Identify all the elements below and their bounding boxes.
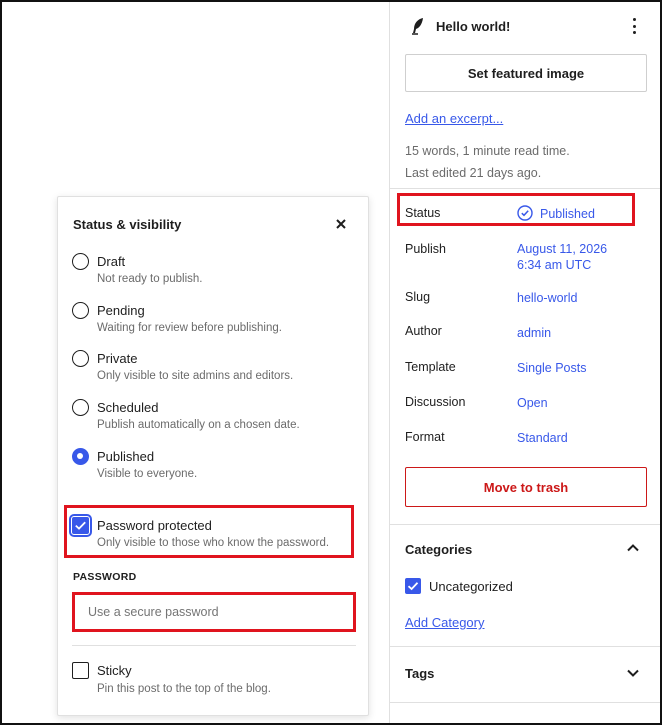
checkmark-icon (407, 582, 419, 591)
status-option-draft[interactable]: Draft Not ready to publish. (72, 251, 362, 291)
divider (390, 188, 661, 189)
move-to-trash-button[interactable]: Move to trash (405, 467, 647, 507)
categories-title[interactable]: Categories (405, 542, 472, 557)
discussion-value[interactable]: Open (517, 395, 548, 411)
slug-value[interactable]: hello-world (517, 290, 577, 306)
status-value[interactable]: Published (540, 206, 595, 222)
status-option-private[interactable]: Private Only visible to site admins and … (72, 348, 362, 388)
publish-label: Publish (405, 242, 446, 256)
author-label: Author (405, 324, 442, 338)
set-featured-image-button[interactable]: Set featured image (405, 54, 647, 92)
status-option-published[interactable]: Published Visible to everyone. (72, 446, 362, 486)
publish-time-value[interactable]: 6:34 am UTC (517, 257, 591, 273)
category-checkbox[interactable] (405, 578, 421, 594)
author-value[interactable]: admin (517, 325, 551, 341)
divider (72, 645, 356, 646)
divider (390, 646, 661, 647)
divider (390, 524, 661, 525)
option-description: Only visible to site admins and editors. (97, 370, 294, 382)
post-settings-sidebar: Hello world! Set featured image Add an e… (389, 2, 661, 723)
password-input[interactable] (78, 598, 350, 626)
option-label: Published (97, 449, 155, 464)
status-label: Status (405, 206, 441, 220)
close-icon[interactable] (334, 217, 348, 231)
option-label: Draft (97, 254, 126, 269)
feather-icon (412, 18, 423, 35)
option-description: Visible to everyone. (97, 468, 198, 480)
format-label: Format (405, 430, 445, 444)
add-category-link[interactable]: Add Category (405, 615, 485, 630)
option-label: Pending (97, 303, 145, 318)
publish-date-value[interactable]: August 11, 2026 (517, 241, 607, 257)
chevron-down-icon[interactable] (626, 666, 640, 680)
status-option-pending[interactable]: Pending Waiting for review before publis… (72, 300, 362, 340)
more-options-icon[interactable] (626, 16, 642, 36)
slug-label: Slug (405, 290, 431, 304)
post-title: Hello world! (436, 19, 511, 34)
sticky-description: Pin this post to the top of the blog. (97, 683, 271, 695)
tags-title[interactable]: Tags (405, 666, 434, 681)
last-edited-text: Last edited 21 days ago. (405, 166, 542, 180)
password-heading: PASSWORD (73, 571, 137, 583)
sidebar-header: Hello world! (390, 2, 661, 48)
sticky-label: Sticky (97, 663, 132, 678)
password-protected-description: Only visible to those who know the passw… (97, 537, 330, 549)
status-option-scheduled[interactable]: Scheduled Publish automatically on a cho… (72, 397, 362, 437)
option-label: Private (97, 351, 138, 366)
add-excerpt-link[interactable]: Add an excerpt... (405, 111, 503, 126)
radio-button[interactable] (72, 302, 89, 319)
radio-button[interactable] (72, 399, 89, 416)
option-description: Publish automatically on a chosen date. (97, 419, 300, 431)
status-visibility-popover: Status & visibility Draft Not ready to p… (57, 196, 369, 716)
option-description: Not ready to publish. (97, 273, 203, 285)
checkmark-icon (75, 521, 86, 530)
popover-title: Status & visibility (73, 217, 182, 232)
radio-button[interactable] (72, 253, 89, 270)
divider (390, 702, 661, 703)
password-input-highlight-box (72, 592, 356, 632)
check-circle-icon (517, 205, 533, 221)
password-protected-checkbox[interactable] (69, 514, 92, 537)
format-value[interactable]: Standard (517, 430, 568, 446)
category-label: Uncategorized (429, 579, 513, 594)
password-protected-label: Password protected (97, 518, 212, 533)
template-label: Template (405, 360, 456, 374)
option-description: Waiting for review before publishing. (97, 322, 282, 334)
radio-button-selected[interactable] (72, 448, 89, 465)
template-value[interactable]: Single Posts (517, 360, 586, 376)
radio-button[interactable] (72, 350, 89, 367)
discussion-label: Discussion (405, 395, 466, 409)
sticky-checkbox[interactable] (72, 662, 89, 679)
chevron-up-icon[interactable] (626, 541, 640, 555)
option-label: Scheduled (97, 400, 159, 415)
word-count-text: 15 words, 1 minute read time. (405, 144, 570, 158)
